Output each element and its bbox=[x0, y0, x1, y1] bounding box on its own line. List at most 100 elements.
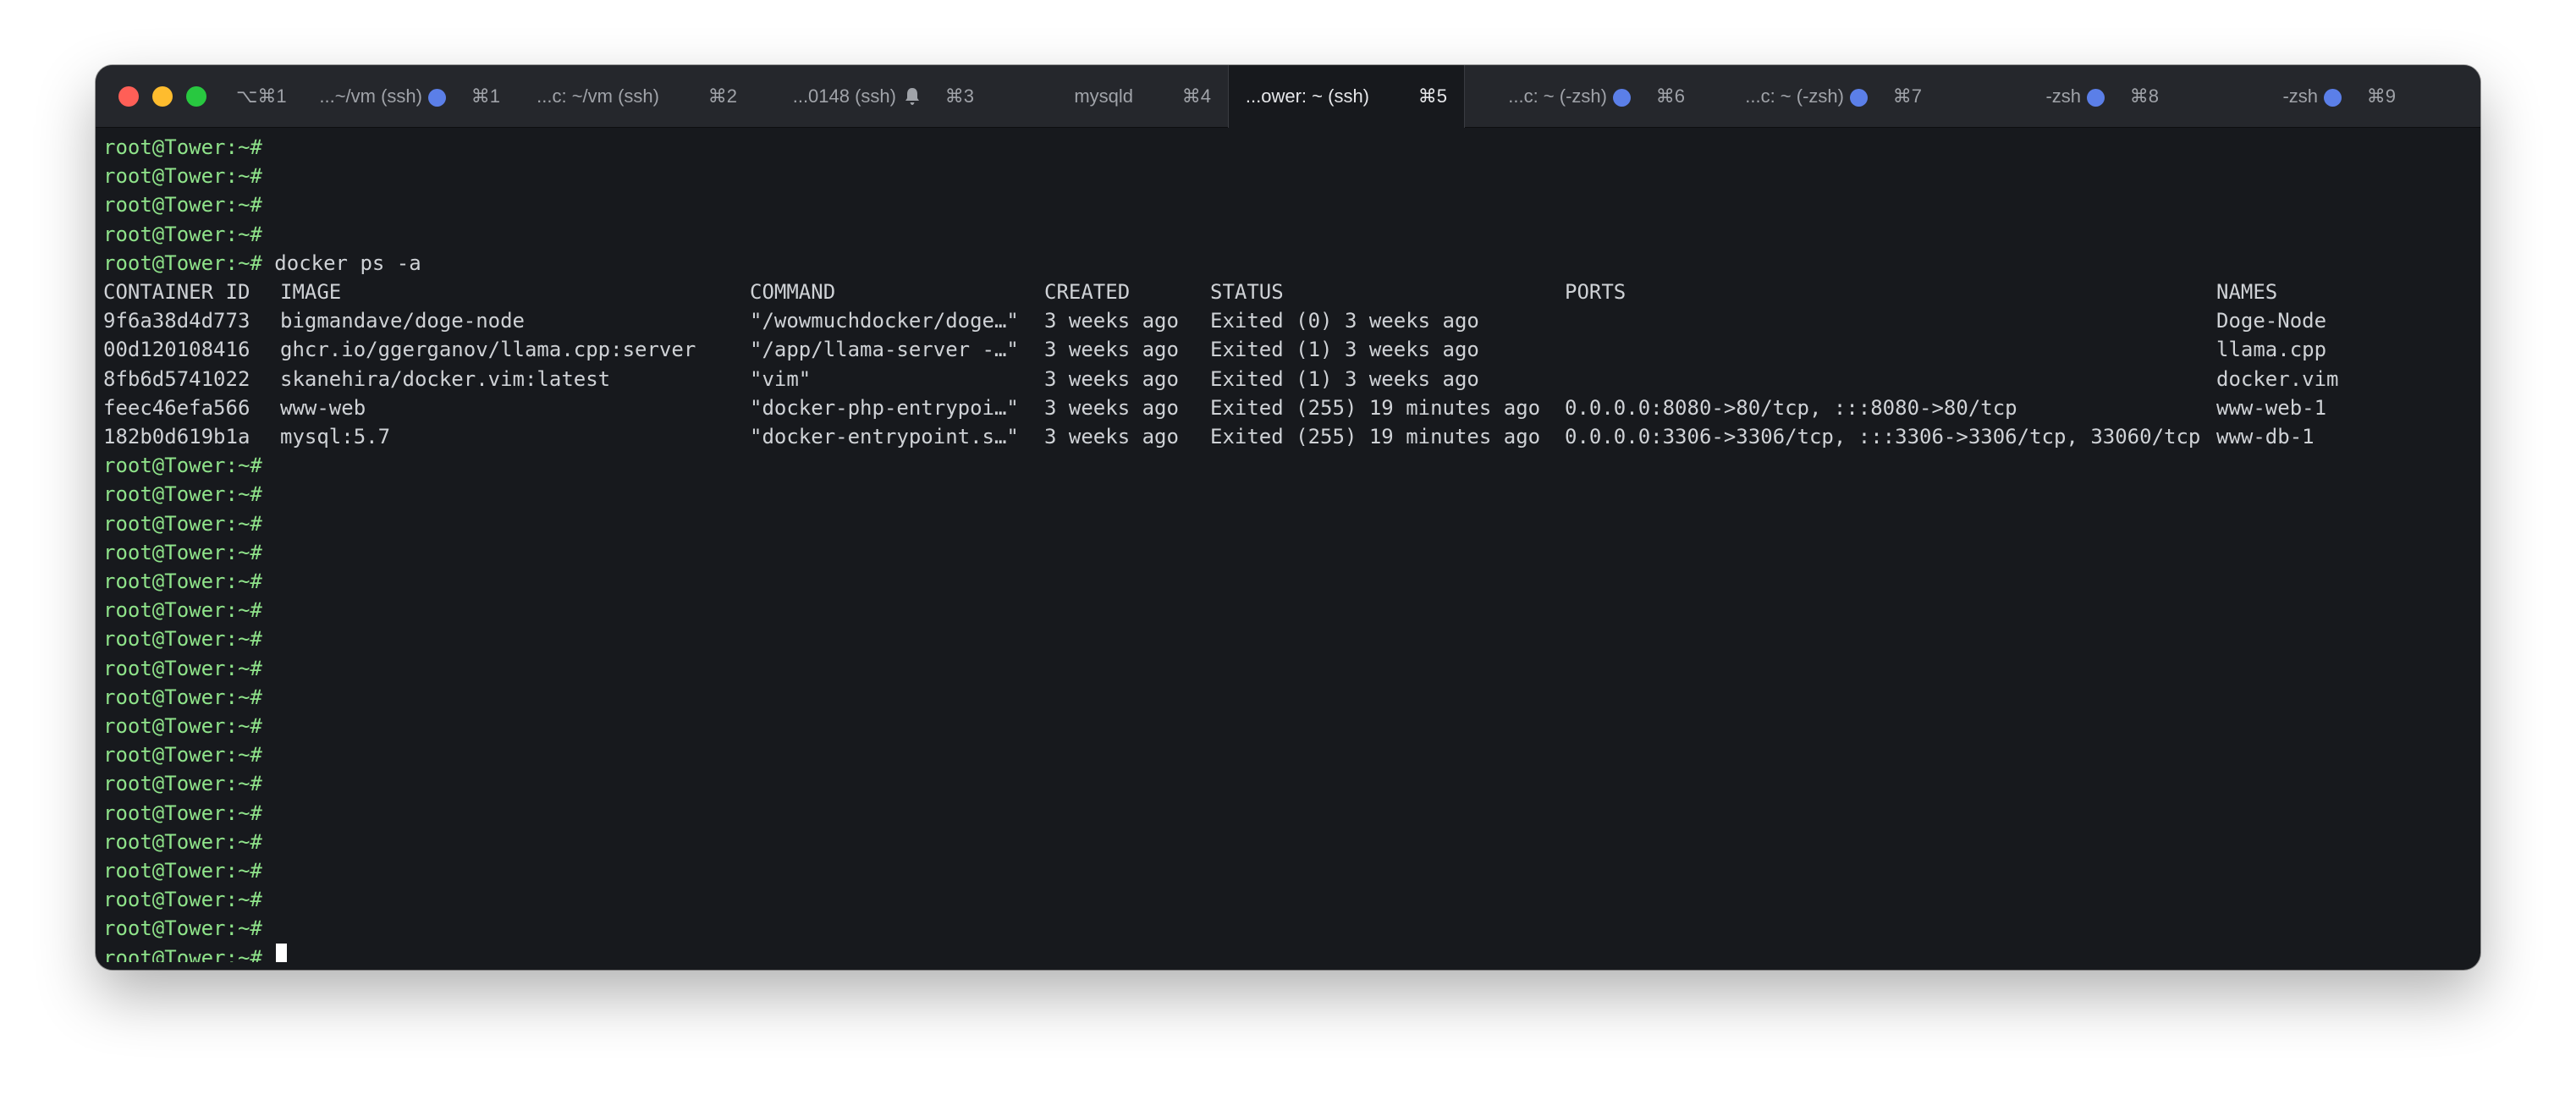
prompt-line: root@Tower:~# bbox=[103, 856, 262, 885]
tab-title: ...ower: ~ (ssh) bbox=[1245, 85, 1369, 107]
prompt-line: root@Tower:~# bbox=[103, 451, 262, 480]
tab-shortcut-label: ⌘4 bbox=[1181, 85, 1211, 107]
table-cell: skanehira/docker.vim:latest bbox=[280, 366, 611, 391]
activity-dot-icon bbox=[1850, 89, 1868, 107]
tab-shortcut-label: ⌘5 bbox=[1417, 85, 1447, 107]
shell-prompt: root@Tower:~# bbox=[103, 570, 262, 593]
shell-prompt: root@Tower:~# bbox=[103, 511, 262, 536]
tab-shortcut-label: ⌘9 bbox=[2366, 85, 2396, 107]
tab-7[interactable]: ...c: ~ (-zsh) ⌘7 bbox=[1702, 65, 1939, 128]
shell-prompt: root@Tower:~# bbox=[103, 829, 262, 854]
table-cell: "vim" bbox=[750, 366, 812, 391]
prompt-line: root@Tower:~# bbox=[103, 740, 262, 769]
tab-2[interactable]: ...c: ~/vm (ssh) ⌘2 bbox=[517, 65, 754, 128]
prompt-line: root@Tower:~# bbox=[103, 190, 262, 219]
prompt-line: root@Tower:~# bbox=[103, 625, 262, 653]
shell-prompt: root@Tower:~# bbox=[103, 482, 262, 507]
table-cell: 0.0.0.0:8080->80/tcp, :::8080->80/tcp bbox=[1565, 395, 2017, 420]
tab-4[interactable]: mysqld ⌘4 bbox=[991, 65, 1228, 128]
shell-prompt: root@Tower:~# bbox=[103, 250, 262, 275]
zoom-window-button[interactable] bbox=[186, 86, 206, 107]
prompt-line: root@Tower:~# bbox=[103, 683, 262, 712]
shell-prompt: root@Tower:~# bbox=[103, 656, 262, 680]
prompt-line: root@Tower:~# bbox=[103, 914, 262, 943]
table-cell: ghcr.io/ggerganov/llama.cpp:server bbox=[280, 338, 696, 362]
column-header: CREATED bbox=[1044, 280, 1131, 304]
shell-prompt: root@Tower:~# bbox=[103, 801, 262, 825]
prompt-line: root@Tower:~# bbox=[103, 596, 262, 625]
table-cell: 3 weeks ago bbox=[1044, 309, 1179, 333]
tab-9[interactable]: -zsh ⌘9 bbox=[2176, 65, 2413, 128]
command-text: docker ps -a bbox=[261, 250, 421, 275]
shell-prompt: root@Tower:~# bbox=[103, 859, 262, 883]
activity-dot-icon bbox=[428, 89, 446, 107]
column-header: IMAGE bbox=[280, 280, 342, 304]
tab-shortcut-label: ⌘2 bbox=[707, 85, 737, 107]
minimize-window-button[interactable] bbox=[152, 86, 173, 107]
tab-bar: ⌥⌘1 ...~/vm (ssh) ⌘1 ...c: ~/vm (ssh) ⌘2...… bbox=[96, 65, 2480, 128]
tab-title: ...c: ~ (-zsh) bbox=[1745, 85, 1844, 107]
prompt-line: root@Tower:~# bbox=[103, 220, 262, 249]
table-cell: Exited (1) 3 weeks ago bbox=[1210, 338, 1479, 362]
table-cell: feec46efa566 bbox=[103, 395, 250, 420]
table-cell: mysql:5.7 bbox=[280, 425, 391, 448]
tab-5[interactable]: ...ower: ~ (ssh) ⌘5 bbox=[1228, 65, 1465, 128]
table-cell: "/app/llama-server -…" bbox=[750, 338, 1019, 362]
table-cell: 182b0d619b1a bbox=[103, 425, 250, 448]
table-cell: 00d120108416 bbox=[103, 338, 250, 362]
table-cell: bigmandave/doge-node bbox=[280, 309, 525, 333]
prompt-line: root@Tower:~# bbox=[103, 538, 262, 567]
prompt-line: root@Tower:~# bbox=[103, 567, 262, 596]
prompt-line: root@Tower:~# bbox=[103, 828, 262, 856]
tab-title: -zsh bbox=[2282, 85, 2318, 107]
table-cell: llama.cpp bbox=[2216, 338, 2327, 362]
table-cell: www-web bbox=[280, 395, 366, 420]
terminal-output[interactable]: root@Tower:~# root@Tower:~# root@Tower:~# r… bbox=[103, 133, 2473, 962]
activity-dot-icon bbox=[2324, 89, 2342, 107]
prompt-line: root@Tower:~# bbox=[103, 509, 262, 538]
tab-3[interactable]: ...0148 (ssh) ⌘3 bbox=[754, 65, 991, 128]
column-header: PORTS bbox=[1565, 280, 1627, 304]
shell-prompt: root@Tower:~# bbox=[103, 135, 262, 159]
table-cell: www-web-1 bbox=[2216, 395, 2327, 420]
terminal-window: ⌥⌘1 ...~/vm (ssh) ⌘1 ...c: ~/vm (ssh) ⌘2...… bbox=[96, 65, 2480, 970]
shell-prompt: root@Tower:~# bbox=[103, 193, 262, 217]
active-prompt-line: root@Tower:~# bbox=[103, 943, 288, 962]
shell-prompt: root@Tower:~# bbox=[103, 598, 262, 623]
tab-8[interactable]: -zsh ⌘8 bbox=[1939, 65, 2176, 128]
prompt-line: root@Tower:~# bbox=[103, 712, 262, 740]
table-cell: 3 weeks ago bbox=[1044, 338, 1179, 362]
tab-6[interactable]: ...c: ~ (-zsh) ⌘6 bbox=[1465, 65, 1702, 128]
prompt-line: root@Tower:~# bbox=[103, 769, 262, 798]
column-header: COMMAND bbox=[750, 280, 836, 304]
table-cell: 8fb6d5741022 bbox=[103, 366, 250, 391]
table-cell: "/wowmuchdocker/doge…" bbox=[750, 309, 1019, 333]
shell-prompt: root@Tower:~# bbox=[103, 627, 262, 652]
tab-shortcut-label: ⌘1 bbox=[471, 85, 500, 107]
tab-title: ...~/vm (ssh) bbox=[319, 85, 422, 107]
shell-prompt: root@Tower:~# bbox=[103, 164, 262, 189]
tab-shortcut-label: ⌘7 bbox=[1892, 85, 1922, 107]
table-cell: Exited (255) 19 minutes ago bbox=[1210, 425, 1541, 448]
shell-prompt: root@Tower:~# bbox=[103, 222, 262, 246]
tab-shortcut-label: ⌘8 bbox=[2129, 85, 2159, 107]
shell-prompt: root@Tower:~# bbox=[103, 888, 262, 912]
table-cell: "docker-entrypoint.s…" bbox=[750, 425, 1019, 448]
bell-icon bbox=[905, 88, 919, 105]
tab-shortcut-label: ⌘3 bbox=[944, 85, 974, 107]
shell-prompt: root@Tower:~# bbox=[103, 540, 262, 564]
text-cursor[interactable] bbox=[276, 943, 288, 962]
tab-title: -zsh bbox=[2045, 85, 2081, 107]
tab-title: ...c: ~ (-zsh) bbox=[1508, 85, 1607, 107]
table-cell: 0.0.0.0:3306->3306/tcp, :::3306->3306/tc… bbox=[1565, 425, 2201, 448]
shell-prompt: root@Tower:~# bbox=[103, 916, 262, 941]
column-header: NAMES bbox=[2216, 280, 2278, 304]
tab-title: ...c: ~/vm (ssh) bbox=[537, 85, 659, 107]
close-window-button[interactable] bbox=[118, 86, 139, 107]
prompt-line: root@Tower:~# bbox=[103, 162, 262, 190]
prompt-line: root@Tower:~# bbox=[103, 654, 262, 683]
tab-1[interactable]: ...~/vm (ssh) ⌘1 bbox=[280, 65, 517, 128]
table-cell: 9f6a38d4d773 bbox=[103, 309, 250, 333]
table-cell: Exited (1) 3 weeks ago bbox=[1210, 366, 1479, 391]
table-cell: www-db-1 bbox=[2216, 425, 2315, 448]
